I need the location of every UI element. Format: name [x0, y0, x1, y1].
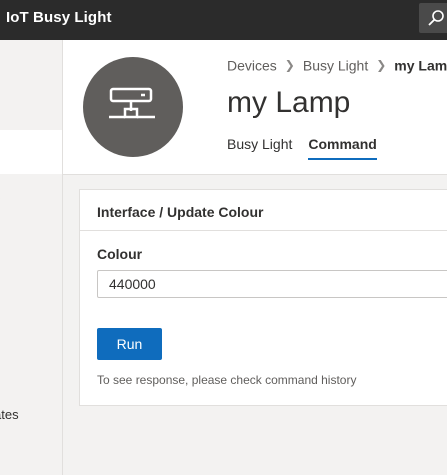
colour-label: Colour — [97, 246, 143, 262]
top-bar: IoT Busy Light — [0, 0, 447, 40]
sidebar-item[interactable]: s — [0, 174, 62, 218]
search-icon — [428, 10, 444, 26]
run-button[interactable]: Run — [97, 328, 162, 360]
sidebar-item[interactable]: ates — [0, 393, 62, 437]
breadcrumb-busy-light[interactable]: Busy Light — [303, 57, 368, 73]
chevron-right-icon: ❯ — [284, 58, 295, 73]
main-content: Interface / Update Colour Colour Run To … — [63, 175, 447, 475]
device-avatar — [83, 57, 183, 157]
app-title: IoT Busy Light — [6, 9, 112, 26]
command-card: Interface / Update Colour Colour Run To … — [79, 189, 447, 406]
tab-busy-light[interactable]: Busy Light — [227, 136, 292, 158]
sidebar-item-active[interactable] — [0, 130, 62, 174]
chevron-right-icon: ❯ — [376, 58, 387, 73]
network-device-icon — [109, 87, 155, 119]
breadcrumb-devices[interactable]: Devices — [227, 57, 277, 73]
card-title: Interface / Update Colour — [97, 204, 264, 220]
sidebar: s ates — [0, 40, 63, 475]
tab-bar: Busy Light Command — [227, 136, 393, 160]
sidebar-item-label: s — [0, 188, 1, 203]
colour-input[interactable] — [97, 270, 447, 298]
breadcrumb-current: my Lamp — [394, 57, 447, 74]
sidebar-item-label: ates — [0, 407, 19, 422]
breadcrumb: Devices ❯ Busy Light ❯ my Lamp — [227, 56, 447, 73]
tab-command[interactable]: Command — [308, 136, 377, 160]
card-header: Interface / Update Colour — [80, 190, 447, 231]
page-title: my Lamp — [227, 86, 351, 119]
device-header: Devices ❯ Busy Light ❯ my Lamp my Lamp Busy … — [63, 40, 447, 175]
search-button[interactable] — [419, 3, 447, 33]
help-text: To see response, please check command hi… — [97, 373, 357, 387]
